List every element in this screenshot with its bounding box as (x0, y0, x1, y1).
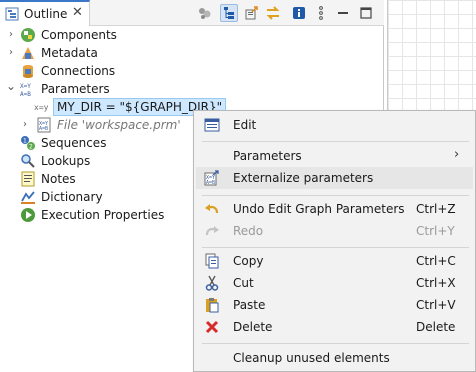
edit-icon (204, 117, 220, 133)
lookups-icon (20, 153, 36, 169)
tree-item-label: Components (41, 28, 117, 42)
menu-item-shortcut: Ctrl+C (416, 254, 456, 268)
tree-item-label: Metadata (41, 46, 98, 60)
menu-item-parameters[interactable]: Parameters › (196, 145, 473, 167)
menu-item-label: Parameters (233, 149, 302, 163)
menu-item-shortcut: Ctrl+X (416, 276, 456, 290)
parameters-icon: X=Y A=B (20, 81, 36, 98)
svg-text:X=Y: X=Y (20, 83, 31, 90)
menu-item-label: Delete (233, 320, 273, 334)
menu-item-cleanup-unused-elements[interactable]: Cleanup unused elements (196, 347, 473, 369)
maximize-icon[interactable] (357, 4, 375, 22)
menu-item-externalize-parameters[interactable]: X=Y A=B Externalize parameters (196, 167, 473, 189)
tree-item-label: Parameters (41, 82, 110, 96)
menu-item-redo[interactable]: Redo Ctrl+Y (196, 220, 473, 242)
parameter-file-icon: X=Y A=B (36, 117, 52, 133)
menu-item-label: Cleanup unused elements (233, 351, 390, 365)
minimize-icon[interactable] (334, 4, 352, 22)
delete-icon (204, 319, 220, 335)
menu-item-shortcut: Ctrl+V (416, 298, 456, 312)
svg-text:A=B: A=B (20, 91, 31, 97)
menu-item-label: Externalize parameters (233, 171, 374, 185)
menu-item-copy[interactable]: Copy Ctrl+C (196, 250, 473, 272)
menu-item-label: Copy (233, 254, 264, 268)
menu-separator (202, 247, 469, 248)
tree-item-connections[interactable]: Connections (0, 62, 384, 80)
outline-header: Outline ✕ (0, 0, 384, 26)
tree-item-metadata[interactable]: › Metadata (0, 44, 384, 62)
info-icon[interactable] (290, 4, 308, 22)
outline-tab-icon (5, 7, 19, 24)
undo-icon (204, 201, 220, 217)
expand-icon[interactable]: › (6, 47, 16, 59)
tree-item-label: Execution Properties (41, 208, 165, 222)
svg-text:A=B: A=B (206, 180, 215, 186)
tree-item-label: Connections (41, 64, 116, 78)
menu-item-label: Redo (233, 224, 264, 238)
menu-item-label: Undo Edit Graph Parameters (233, 202, 405, 216)
menu-item-undo[interactable]: Undo Edit Graph Parameters Ctrl+Z (196, 198, 473, 220)
context-menu: Edit Parameters › X=Y A=B Externalize par… (193, 110, 476, 372)
expand-icon[interactable]: › (20, 119, 30, 131)
metadata-icon (20, 45, 36, 61)
menu-item-cut[interactable]: Cut Ctrl+X (196, 272, 473, 294)
filter-icon[interactable] (196, 4, 214, 22)
menu-item-label: Edit (233, 118, 257, 132)
sequences-icon: 12 (20, 135, 36, 151)
menu-item-label: Cut (233, 276, 254, 290)
tree-item-label: Notes (41, 172, 76, 186)
svg-text:1: 1 (23, 138, 27, 145)
tree-item-label: Lookups (41, 154, 91, 168)
paste-icon (204, 297, 220, 313)
menu-item-delete[interactable]: Delete Delete (196, 316, 473, 338)
menu-separator (202, 343, 469, 344)
menu-separator (202, 141, 469, 142)
svg-text:2: 2 (29, 144, 33, 151)
redo-icon (204, 223, 220, 239)
outline-tab[interactable]: Outline ✕ (0, 0, 90, 26)
menu-item-edit[interactable]: Edit (196, 114, 473, 136)
notes-icon (20, 171, 36, 187)
tree-item-parameters[interactable]: ⌄ X=Y A=B Parameters (0, 80, 384, 98)
close-icon[interactable]: ✕ (72, 5, 83, 20)
tree-layout-icon[interactable] (220, 4, 238, 22)
menu-item-shortcut: Delete (416, 320, 456, 334)
connections-icon (20, 63, 36, 79)
menu-item-label: Paste (233, 298, 266, 312)
tree-item-components[interactable]: › Components (0, 26, 384, 44)
view-menu-icon[interactable] (312, 4, 330, 22)
menu-separator (202, 195, 469, 196)
tree-item-label: Dictionary (41, 190, 103, 204)
menu-item-paste[interactable]: Paste Ctrl+V (196, 294, 473, 316)
dictionary-icon (20, 189, 36, 205)
tree-item-label: File 'workspace.prm' (57, 118, 181, 132)
menu-item-shortcut: Ctrl+Y (416, 224, 455, 238)
outline-tab-label: Outline (24, 7, 68, 21)
submenu-arrow-icon: › (454, 147, 460, 162)
tree-item-label: Sequences (41, 136, 107, 150)
export-icon[interactable] (243, 4, 261, 22)
copy-icon (204, 253, 220, 269)
externalize-icon: X=Y A=B (204, 170, 220, 186)
svg-text:A=B: A=B (39, 126, 48, 132)
expand-icon[interactable]: › (6, 29, 16, 41)
collapse-icon[interactable]: ⌄ (6, 80, 16, 92)
execution-properties-icon (20, 207, 36, 223)
parameter-icon: x=y (34, 99, 50, 115)
sync-icon[interactable] (264, 4, 282, 22)
components-icon (20, 27, 36, 43)
cut-icon (204, 275, 220, 291)
svg-text:x=y: x=y (34, 103, 49, 112)
menu-item-shortcut: Ctrl+Z (416, 202, 456, 216)
